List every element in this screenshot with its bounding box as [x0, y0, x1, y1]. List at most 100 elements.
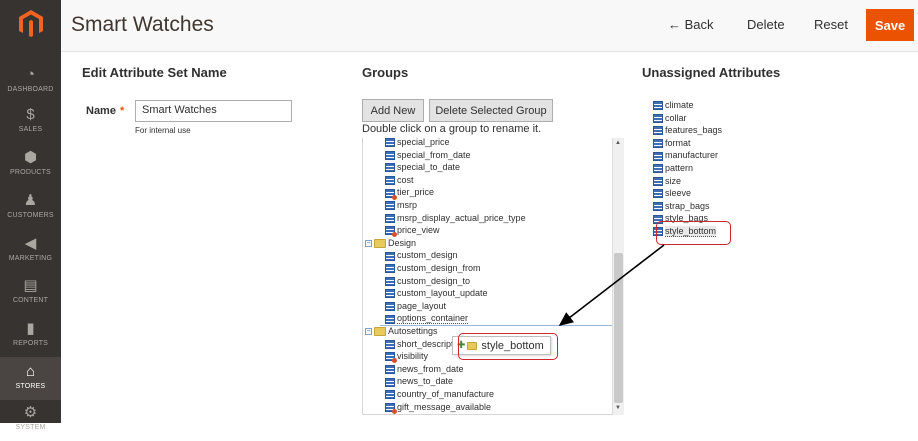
delete-button[interactable]: Delete [747, 17, 785, 32]
add-new-group-button[interactable]: Add New [362, 99, 424, 122]
cube-icon: ⬢ [23, 149, 38, 166]
name-input[interactable]: Smart Watches [135, 100, 292, 122]
unassigned-attribute-row[interactable]: collar [653, 112, 687, 124]
unassigned-attribute-row[interactable]: climate [653, 99, 694, 111]
attribute-icon [385, 289, 395, 299]
unassigned-attribute-row[interactable]: format [653, 137, 691, 149]
tree-attribute-row[interactable]: news_from_date [385, 363, 464, 375]
attribute-icon [385, 150, 395, 160]
scroll-up-icon[interactable]: ▲ [615, 140, 621, 146]
sidebar-item-label: MARKETING [8, 255, 53, 262]
store-icon: ⌂ [25, 363, 36, 380]
sidebar-item-sales[interactable]: $ SALES [0, 100, 61, 143]
attribute-icon [653, 138, 663, 148]
tree-group-row[interactable]: − Autosettings [365, 325, 438, 337]
bar-chart-icon: ▮ [26, 320, 35, 337]
tree-row-label: msrp_display_actual_price_type [397, 212, 526, 223]
tree-attribute-row[interactable]: gift_message_available [385, 401, 491, 414]
tree-attribute-row[interactable]: special_to_date [385, 161, 460, 173]
tree-row-label: special_price [397, 138, 450, 147]
attribute-icon [385, 213, 395, 223]
tree-attribute-row[interactable]: news_to_date [385, 375, 453, 387]
tree-attribute-row[interactable]: custom_design_from [385, 262, 481, 274]
attribute-icon [385, 138, 395, 148]
tree-attribute-row[interactable]: visibility [385, 350, 428, 364]
reset-button[interactable]: Reset [814, 17, 848, 32]
admin-sidebar: ◔ DASHBOARD $ SALES ⬢ PRODUCTS ♟ CUSTOMERS ◀ MARK… [0, 0, 61, 431]
tree-attribute-row[interactable]: special_from_date [385, 149, 471, 161]
save-button[interactable]: Save [866, 9, 914, 41]
tree-attribute-row[interactable]: msrp [385, 199, 417, 211]
tree-attribute-row[interactable]: tier_price [385, 186, 434, 200]
tree-attribute-row[interactable]: options_container [385, 312, 469, 325]
back-button[interactable]: ← Back [668, 17, 714, 32]
unassigned-attribute-label: strap_bags [665, 200, 710, 211]
tree-row-label: special_to_date [397, 162, 461, 173]
scroll-down-icon[interactable]: ▼ [615, 405, 621, 411]
magento-logo[interactable] [0, 0, 61, 48]
name-label-text: Name [86, 105, 116, 117]
unassigned-attribute-label: sleeve [665, 188, 692, 199]
unassigned-attribute-row[interactable]: sleeve [653, 187, 691, 199]
tree-attribute-row[interactable]: country_of_manufacture [385, 388, 494, 400]
tree-attribute-row[interactable]: custom_design_to [385, 275, 470, 287]
attribute-icon [653, 113, 663, 123]
tree-attribute-row[interactable]: price_view [385, 224, 440, 238]
attribute-icon [385, 390, 395, 400]
sidebar-item-stores[interactable]: ⌂ STORES [0, 357, 61, 400]
tree-attribute-row[interactable]: page_layout [385, 300, 446, 312]
unassigned-attribute-row[interactable]: pattern [653, 162, 693, 174]
scroll-thumb[interactable] [614, 253, 623, 403]
page-title: Smart Watches [71, 13, 214, 36]
attribute-icon [385, 163, 395, 173]
person-icon: ♟ [23, 192, 38, 209]
tree-attribute-row[interactable]: special_price [385, 138, 450, 148]
groups-title: Groups [362, 65, 409, 80]
tree-row-label: msrp [397, 200, 417, 210]
locked-attribute-icon [385, 352, 397, 364]
unassigned-attribute-row[interactable]: size [653, 175, 681, 187]
tree-attribute-row[interactable]: short_descript [385, 338, 454, 350]
sidebar-item-content[interactable]: ▤ CONTENT [0, 271, 61, 314]
attribute-icon [385, 276, 395, 286]
tree-group-row[interactable]: − Design [365, 237, 416, 249]
tree-row-label: custom_design_from [397, 263, 481, 273]
tree-row-label: custom_design [397, 250, 458, 261]
groups-tree[interactable]: special_price special_from_date special_to… [362, 138, 624, 415]
tree-attribute-row[interactable]: msrp_display_actual_price_type [385, 212, 526, 224]
unassigned-attribute-row[interactable]: features_bags [653, 124, 722, 136]
magento-logo-icon [18, 10, 43, 37]
attribute-icon [653, 164, 663, 174]
unassigned-attribute-label: manufacturer [665, 150, 719, 161]
tree-attribute-row[interactable]: cost [385, 174, 414, 186]
sidebar-item-customers[interactable]: ♟ CUSTOMERS [0, 186, 61, 229]
megaphone-icon: ◀ [24, 235, 37, 252]
collapse-icon[interactable]: − [365, 239, 372, 247]
sidebar-item-label: STORES [15, 383, 46, 390]
locked-attribute-icon [385, 226, 397, 238]
collapse-icon[interactable]: − [365, 328, 372, 336]
sidebar-item-dashboard[interactable]: ◔ DASHBOARD [0, 60, 61, 103]
unassigned-attribute-row[interactable]: strap_bags [653, 200, 710, 212]
name-hint: For internal use [135, 126, 191, 135]
attribute-icon [385, 364, 395, 374]
tree-attribute-row[interactable]: custom_layout_update [385, 287, 488, 299]
sidebar-item-reports[interactable]: ▮ REPORTS [0, 314, 61, 357]
page-header: Smart Watches ← Back Delete Reset Save [61, 0, 918, 52]
attribute-icon [385, 251, 395, 261]
groups-tree-scrollbar[interactable]: ▲ ▼ [612, 138, 624, 415]
sidebar-item-system[interactable]: ⚙ SYSTEM [0, 398, 61, 441]
delete-selected-group-button[interactable]: Delete Selected Group [429, 99, 553, 122]
tree-attribute-row[interactable]: custom_design [385, 249, 458, 261]
attribute-icon [385, 301, 395, 311]
unassigned-attribute-label: climate [665, 100, 694, 110]
unassigned-attribute-row[interactable]: manufacturer [653, 149, 718, 161]
required-mark: * [119, 105, 125, 117]
sidebar-item-marketing[interactable]: ◀ MARKETING [0, 229, 61, 272]
unassigned-attribute-label: features_bags [665, 125, 723, 136]
tree-row-label: page_layout [397, 300, 447, 311]
tree-row-label: custom_layout_update [397, 288, 488, 299]
tree-row-label: Autosettings [388, 326, 438, 336]
sidebar-item-products[interactable]: ⬢ PRODUCTS [0, 143, 61, 186]
folder-icon [374, 327, 386, 337]
